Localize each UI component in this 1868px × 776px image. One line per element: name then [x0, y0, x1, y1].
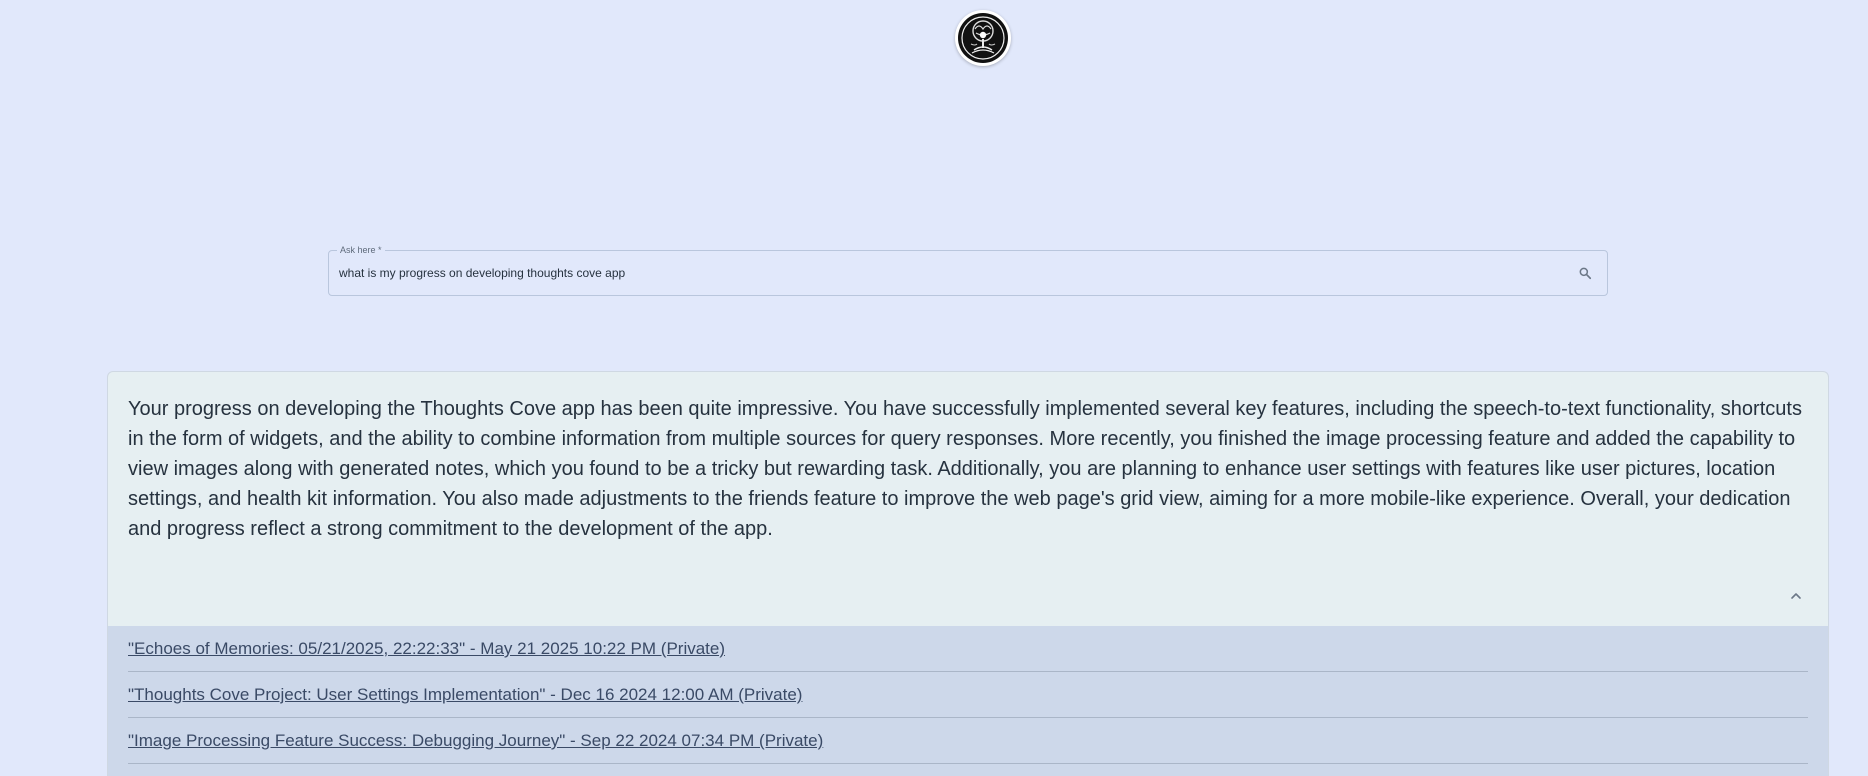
list-item: "Thoughts Cove Project: User Settings Im… — [128, 672, 1808, 718]
search-input[interactable] — [339, 251, 1539, 295]
source-link[interactable]: "Echoes of Memories: 05/21/2025, 22:22:3… — [128, 638, 725, 660]
source-link[interactable]: "Image Processing Feature Success: Debug… — [128, 730, 823, 752]
answer-text: Your progress on developing the Thoughts… — [128, 398, 1802, 540]
answer-body: Your progress on developing the Thoughts… — [108, 372, 1828, 626]
search-icon[interactable] — [1575, 263, 1595, 283]
chevron-up-icon[interactable] — [1784, 584, 1808, 608]
source-link[interactable]: "Thoughts Cove Project: User Settings Im… — [128, 684, 802, 706]
search-field[interactable]: Ask here * — [328, 244, 1608, 296]
page: Ask here * Your progress on developing t… — [0, 0, 1868, 776]
sources-list: "Echoes of Memories: 05/21/2025, 22:22:3… — [108, 626, 1828, 776]
answer-panel: Your progress on developing the Thoughts… — [107, 371, 1829, 776]
brain-tree-logo-icon[interactable] — [955, 10, 1011, 66]
list-item: "Echoes of Memories: 05/21/2025, 22:22:3… — [128, 626, 1808, 672]
list-item: "Image Processing Feature Success: Debug… — [128, 718, 1808, 764]
